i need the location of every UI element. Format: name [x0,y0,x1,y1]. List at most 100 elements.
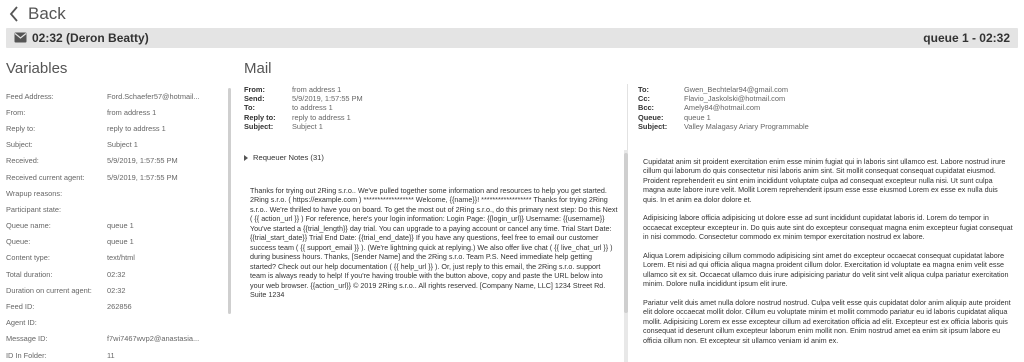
variable-key: Wrapup reasons: [6,188,63,198]
mail-body-html: Cupidatat anim sit proident exercitation… [643,157,1013,354]
variables-title: Variables [6,60,68,77]
requeuer-notes-toggle[interactable]: Requeuer Notes (31) [244,153,324,162]
variable-key: Message ID: [6,334,48,344]
variable-value: Ford.Schaefer57@hotmail... [107,91,200,101]
variable-value: 11 [107,350,115,360]
variable-row: Queue name: queue 1 [6,218,232,234]
mail-header-value: from address 1 [292,85,342,94]
mail-header-value: Subject 1 [292,121,323,131]
variable-row: Agent ID: [6,315,232,331]
mail-header-key: To: [638,85,649,94]
conversation-header: 02:32 (Deron Beatty) queue 1 - 02:32 [6,28,1018,48]
variable-value: queue 1 [107,237,134,247]
chevron-left-icon [6,4,22,24]
mail-header-value: Valley Malagasy Ariary Programmable [684,121,809,131]
mail-header-row: From: from address 1 [244,85,363,94]
variable-key: Queue name: [6,221,51,231]
variable-value: 5/9/2019, 1:57:55 PM [107,156,178,166]
variable-key: Feed ID: [6,302,35,312]
variable-value: 02:32 [107,269,126,279]
variable-row: Received current agent: 5/9/2019, 1:57:55… [6,169,232,185]
mail-body-text: Thanks for trying out 2Ring s.r.o.. We'v… [250,186,618,299]
variable-row: Received: 5/9/2019, 1:57:55 PM [6,153,232,169]
variable-row: ID In Folder: 11 [6,347,232,362]
variable-value: text/html [107,253,135,263]
mail-header-row: Reply to: reply to address 1 [244,113,363,122]
variable-value: 5/9/2019, 1:57:55 PM [107,172,178,182]
variable-key: Participant state: [6,204,62,214]
variable-value: Subject 1 [107,140,138,150]
variables-panel: Variables Feed Address: Ford.Schaefer57@h… [6,60,232,362]
mail-header-key: Queue: [638,112,664,122]
variable-row: Feed ID: 262856 [6,298,232,314]
mail-header-key: From: [244,85,265,94]
variables-scrollbar[interactable] [228,88,231,314]
mail-paragraph: Adipisicing labore officia adipisicing u… [643,213,1013,242]
mail-header-value: 5/9/2019, 1:57:55 PM [292,94,363,104]
requeuer-notes-label: Requeuer Notes (31) [253,153,324,162]
variable-key: Feed Address: [6,91,54,101]
variable-value: reply to address 1 [107,123,166,133]
mail-header-row: Send: 5/9/2019, 1:57:55 PM [244,94,363,103]
variable-key: Content type: [6,253,50,263]
mail-header-right: To: Gwen_Bechtelar94@gmail.com Cc: Flavio_J… [638,85,809,131]
mail-header-row: Bcc: Amely84@hotmail.com [638,103,809,112]
variable-row: Message ID: f7wi7467wvp2@anastasia... [6,331,232,347]
mail-header-key: Send: [244,94,265,104]
back-label: Back [28,4,66,23]
envelope-icon [14,32,27,44]
mail-header-key: To: [244,103,255,113]
variable-key: Received: [6,156,39,166]
variable-row: Reply to: reply to address 1 [6,120,232,136]
queue-duration: queue 1 - 02:32 [923,31,1010,45]
mail-paragraph: Aliqua Lorem adipisicing cillum commodo … [643,251,1009,289]
variable-row: Duration on current agent: 02:32 [6,282,232,298]
variable-key: Agent ID: [6,318,37,328]
mail-header-value: Flavio_Jaskolski@hotmail.com [684,94,786,104]
mail-header-value: Amely84@hotmail.com [684,103,761,113]
variable-value: queue 1 [107,221,134,231]
mail-header-row: To: Gwen_Bechtelar94@gmail.com [638,85,809,94]
mail-header-value: to address 1 [292,103,333,113]
variable-key: Duration on current agent: [6,285,92,295]
variable-value: 262856 [107,302,132,312]
variable-key: Subject: [6,140,33,150]
variable-row: Queue: queue 1 [6,234,232,250]
variable-key: Received current agent: [6,172,85,182]
mail-body-scrollbar[interactable] [624,150,628,362]
variables-list: Feed Address: Ford.Schaefer57@hotmail... F… [6,88,232,362]
variable-value: from address 1 [107,107,157,117]
conversation-title: 02:32 (Deron Beatty) [32,31,149,45]
mail-title: Mail [244,60,272,77]
mail-header-value: queue 1 [684,112,711,122]
mail-header-row: To: to address 1 [244,103,363,112]
mail-header-key: Cc: [638,94,650,104]
mail-header-row: Queue: queue 1 [638,113,809,122]
variable-row: Feed Address: Ford.Schaefer57@hotmail... [6,88,232,104]
mail-header-key: Bcc: [638,103,655,113]
mail-header-key: Subject: [638,121,668,131]
variable-row: Content type: text/html [6,250,232,266]
mail-paragraph: Pariatur velit duis amet nulla dolore no… [643,298,1011,345]
variable-key: From: [6,107,26,117]
mail-header-value: Gwen_Bechtelar94@gmail.com [684,85,789,94]
caret-right-icon [244,154,248,161]
variable-key: Reply to: [6,123,36,133]
variable-row: Wrapup reasons: [6,185,232,201]
back-button[interactable]: Back [6,2,66,26]
variable-row: From: from address 1 [6,104,232,120]
variable-row: Participant state: [6,201,232,217]
mail-header-key: Subject: [244,121,274,131]
mail-header-key: Reply to: [244,112,276,122]
variable-key: Total duration: [6,269,53,279]
mail-header-left: From: from address 1 Send: 5/9/2019, 1:57:5… [244,85,363,131]
mail-header-row: Subject: Subject 1 [244,122,363,131]
mail-header-value: reply to address 1 [292,112,351,122]
mail-paragraph: Cupidatat anim sit proident exercitation… [643,157,1006,204]
variable-value: 02:32 [107,285,126,295]
variable-value: f7wi7467wvp2@anastasia... [107,334,200,344]
scrollbar-thumb[interactable] [624,153,628,313]
mail-header-row: Cc: Flavio_Jaskolski@hotmail.com [638,94,809,103]
mail-header-row: Subject: Valley Malagasy Ariary Programma… [638,122,809,131]
variable-key: ID In Folder: [6,350,47,360]
